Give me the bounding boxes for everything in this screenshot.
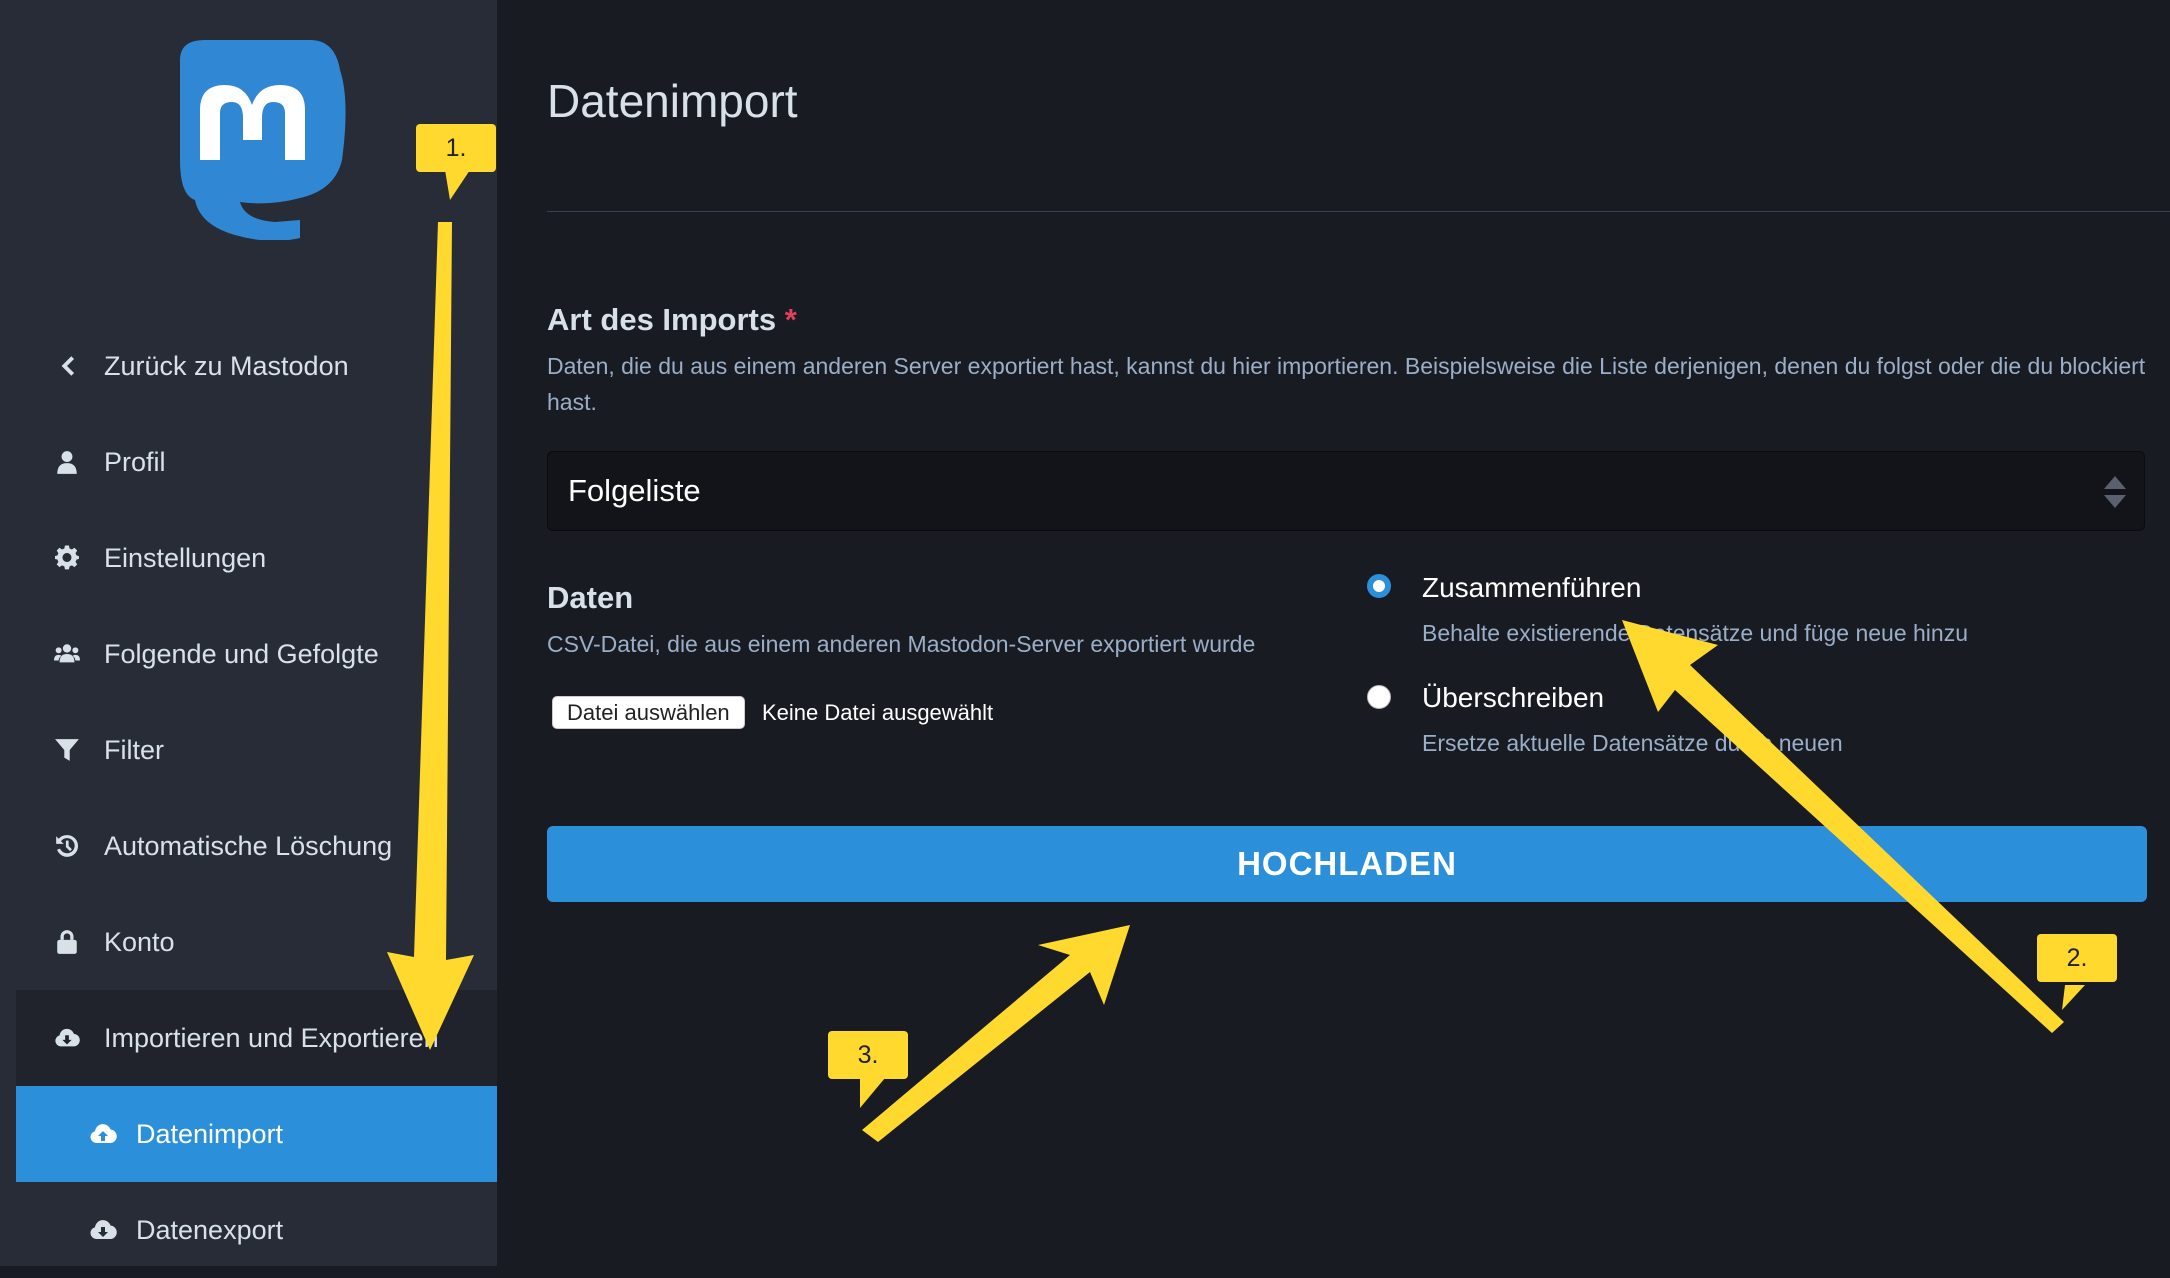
sidebar-item-filters[interactable]: Filter xyxy=(0,702,497,798)
sidebar-subitem-import[interactable]: Datenimport xyxy=(16,1086,497,1182)
upload-button[interactable]: HOCHLADEN xyxy=(547,826,2147,902)
sidebar-item-label: Einstellungen xyxy=(104,542,267,573)
mastodon-logo[interactable] xyxy=(160,40,350,240)
sidebar-item-label: Importieren und Exportieren xyxy=(104,1022,439,1053)
choose-file-button[interactable]: Datei auswählen xyxy=(552,696,745,729)
users-icon xyxy=(50,637,84,671)
main-content: Datenimport Art des Imports * Daten, die… xyxy=(497,0,2170,1266)
merge-radio-label[interactable]: Zusammenführen xyxy=(1422,572,1641,604)
overwrite-radio-label[interactable]: Überschreiben xyxy=(1422,682,1604,714)
title-divider xyxy=(547,211,2170,212)
sidebar-subitem-label: Datenimport xyxy=(136,1118,284,1149)
cloud-upload-icon xyxy=(86,1117,120,1151)
data-hint: CSV-Datei, die aus einem anderen Mastodo… xyxy=(547,631,1256,657)
file-status: Keine Datei ausgewählt xyxy=(762,700,994,725)
gear-icon xyxy=(50,541,84,575)
history-icon xyxy=(50,829,84,863)
sidebar-item-label: Automatische Löschung xyxy=(104,830,393,861)
page-title: Datenimport xyxy=(547,75,798,127)
sidebar: Zurück zu Mastodon Profil Einstellungen … xyxy=(0,0,497,1266)
sidebar-item-label: Folgende und Gefolgte xyxy=(104,638,379,669)
sidebar-item-relationships[interactable]: Folgende und Gefolgte xyxy=(0,606,497,702)
sidebar-item-label: Filter xyxy=(104,734,164,765)
import-type-selected: Folgeliste xyxy=(568,473,701,508)
annotation-callout-2: 2. xyxy=(2037,934,2117,982)
annotation-callout-3: 3. xyxy=(828,1031,908,1079)
cloud-download-icon xyxy=(50,1021,84,1055)
data-label: Daten xyxy=(547,580,634,615)
sidebar-subitem-export[interactable]: Datenexport xyxy=(16,1182,497,1278)
sidebar-item-profile[interactable]: Profil xyxy=(0,414,497,510)
select-arrows-icon xyxy=(2104,476,2126,508)
sidebar-item-settings[interactable]: Einstellungen xyxy=(0,510,497,606)
sidebar-item-label: Profil xyxy=(104,446,166,477)
sidebar-item-label: Konto xyxy=(104,926,175,957)
user-icon xyxy=(50,445,84,479)
overwrite-radio-hint: Ersetze aktuelle Datensätze durch neuen xyxy=(1422,730,1843,756)
import-type-label-text: Art des Imports xyxy=(547,302,777,337)
import-type-label: Art des Imports * xyxy=(547,302,797,338)
sidebar-subitem-label: Datenexport xyxy=(136,1214,284,1245)
overwrite-radio[interactable] xyxy=(1367,685,1391,709)
import-type-select[interactable]: Folgeliste xyxy=(547,451,2145,531)
cloud-download-icon xyxy=(86,1213,120,1247)
sidebar-item-back[interactable]: Zurück zu Mastodon xyxy=(0,318,497,414)
required-mark: * xyxy=(784,302,797,337)
import-type-hint: Daten, die du aus einem anderen Server e… xyxy=(547,353,2146,415)
sidebar-item-import-export[interactable]: Importieren und Exportieren xyxy=(16,990,497,1086)
lock-icon xyxy=(50,925,84,959)
annotation-callout-1: 1. xyxy=(416,124,496,172)
merge-radio[interactable] xyxy=(1367,574,1391,598)
merge-radio-hint: Behalte existierende Datensätze und füge… xyxy=(1422,620,1969,646)
sidebar-item-auto-deletion[interactable]: Automatische Löschung xyxy=(0,798,497,894)
filter-icon xyxy=(50,733,84,767)
sidebar-item-label: Zurück zu Mastodon xyxy=(104,350,349,381)
sidebar-item-account[interactable]: Konto xyxy=(0,894,497,990)
chevron-left-icon xyxy=(50,349,84,383)
